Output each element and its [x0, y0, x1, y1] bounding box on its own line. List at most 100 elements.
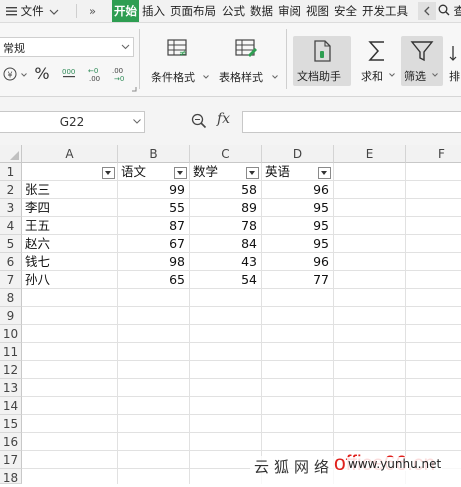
row-header[interactable]: 3 — [0, 199, 22, 217]
dialog-launcher-icon[interactable] — [131, 86, 137, 92]
more-menus-button[interactable]: » — [89, 0, 96, 22]
currency-format-button[interactable]: ¥ — [2, 65, 20, 83]
percent-format-button[interactable]: % — [33, 65, 51, 83]
conditional-format-button[interactable]: ≠ 条件格式 — [146, 27, 210, 89]
table-style-button[interactable]: 表格样式 — [214, 27, 280, 89]
cell-name[interactable]: 赵六 — [22, 235, 118, 253]
svg-text:.00: .00 — [89, 75, 100, 83]
tab-page-layout[interactable]: 页面布局 — [170, 0, 216, 22]
tab-review[interactable]: 审阅 — [278, 0, 301, 22]
row-header[interactable]: 13 — [0, 379, 22, 397]
chevron-down-icon — [49, 1, 59, 23]
formula-input[interactable] — [242, 111, 461, 133]
cell-math[interactable]: 78 — [190, 217, 262, 235]
insert-function-button[interactable]: fx — [217, 111, 230, 127]
cell-english[interactable]: 95 — [262, 235, 334, 253]
column-header-b[interactable]: B — [118, 145, 190, 163]
cell-math[interactable]: 58 — [190, 181, 262, 199]
tabs-scroll-button[interactable] — [418, 2, 436, 20]
svg-text:¥: ¥ — [7, 71, 12, 80]
doc-helper-button[interactable]: 文档助手 — [293, 36, 351, 86]
row-header[interactable]: 15 — [0, 415, 22, 433]
filter-dropdown-c[interactable] — [246, 167, 259, 179]
table-style-icon — [235, 39, 257, 57]
row-header[interactable]: 2 — [0, 181, 22, 199]
filter-dropdown-b[interactable] — [174, 167, 187, 179]
decrease-decimal-icon: .00→0 — [112, 67, 124, 83]
row-header[interactable]: 5 — [0, 235, 22, 253]
filter-dropdown-d[interactable] — [318, 167, 331, 179]
cell-chinese[interactable]: 65 — [118, 271, 190, 289]
decrease-decimal-button[interactable]: .00 →0 — [111, 65, 131, 83]
cell-name[interactable]: 王五 — [22, 217, 118, 235]
chevron-down-icon — [121, 44, 130, 50]
row-header[interactable]: 12 — [0, 361, 22, 379]
row-header[interactable]: 16 — [0, 433, 22, 451]
filter-button[interactable]: 筛选 — [401, 36, 443, 86]
cell-chinese[interactable]: 87 — [118, 217, 190, 235]
row-header[interactable]: 1 — [0, 163, 22, 181]
row-header[interactable]: 11 — [0, 343, 22, 361]
chevron-down-icon — [272, 75, 278, 79]
tab-insert[interactable]: 插入 — [142, 0, 165, 22]
column-header-f[interactable]: F — [406, 145, 461, 163]
column-header-c[interactable]: C — [190, 145, 262, 163]
cell-chinese[interactable]: 55 — [118, 199, 190, 217]
cell-name[interactable]: 李四 — [22, 199, 118, 217]
tab-data[interactable]: 数据 — [250, 0, 273, 22]
row-header[interactable]: 10 — [0, 325, 22, 343]
tab-formulas[interactable]: 公式 — [222, 0, 245, 22]
menu-bar: 文件 » 开始 插入 页面布局 公式 数据 审阅 视图 安全 开发工具 查 — [0, 0, 461, 23]
cell-english[interactable]: 96 — [262, 181, 334, 199]
divider — [286, 29, 287, 89]
name-box[interactable]: G22 — [0, 111, 145, 133]
increase-decimal-button[interactable]: ←0.00 — [86, 65, 106, 83]
cell-english[interactable]: 96 — [262, 253, 334, 271]
tab-developer[interactable]: 开发工具 — [362, 0, 408, 22]
column-header-a[interactable]: A — [22, 145, 118, 163]
file-menu[interactable]: 文件 — [6, 0, 59, 22]
column-header-d[interactable]: D — [262, 145, 334, 163]
search-command[interactable]: 查 — [438, 0, 461, 22]
search-icon — [438, 1, 450, 23]
row-header[interactable]: 8 — [0, 289, 22, 307]
cell-english[interactable]: 77 — [262, 271, 334, 289]
magnifier-icon — [191, 113, 207, 129]
cell-chinese[interactable]: 99 — [118, 181, 190, 199]
row-header[interactable]: 6 — [0, 253, 22, 271]
cell-name[interactable]: 钱七 — [22, 253, 118, 271]
watermark-url: www.yunhu.net — [347, 457, 443, 471]
select-all-corner[interactable] — [0, 145, 22, 163]
autosum-button[interactable]: 求和 — [356, 36, 398, 86]
file-menu-label: 文件 — [20, 4, 44, 18]
cell-name[interactable]: 孙八 — [22, 271, 118, 289]
thousands-separator-button[interactable]: 000 — [60, 65, 78, 83]
number-format-dropdown[interactable]: 常规 — [0, 37, 134, 57]
formula-bar: G22 fx — [0, 97, 461, 146]
cell-name[interactable]: 张三 — [22, 181, 118, 199]
cell-chinese[interactable]: 98 — [118, 253, 190, 271]
cell-math[interactable]: 54 — [190, 271, 262, 289]
row-header[interactable]: 4 — [0, 217, 22, 235]
cell-math[interactable]: 84 — [190, 235, 262, 253]
cell-math[interactable]: 43 — [190, 253, 262, 271]
zoom-function-button[interactable] — [191, 113, 207, 129]
cell-english[interactable]: 95 — [262, 199, 334, 217]
chevron-down-icon — [133, 119, 141, 124]
column-header-e[interactable]: E — [334, 145, 406, 163]
cell-math[interactable]: 89 — [190, 199, 262, 217]
filter-dropdown-a[interactable] — [102, 167, 115, 179]
document-icon — [314, 40, 331, 62]
row-header[interactable]: 7 — [0, 271, 22, 289]
chevron-down-icon — [203, 75, 209, 79]
cell-chinese[interactable]: 67 — [118, 235, 190, 253]
row-header[interactable]: 9 — [0, 307, 22, 325]
row-header[interactable]: 17 — [0, 451, 22, 469]
cell-english[interactable]: 95 — [262, 217, 334, 235]
sort-button[interactable]: 排 — [446, 36, 461, 86]
tab-view[interactable]: 视图 — [306, 0, 329, 22]
tab-home[interactable]: 开始 — [112, 0, 139, 22]
row-header[interactable]: 14 — [0, 397, 22, 415]
row-header[interactable]: 18 — [0, 469, 22, 485]
tab-security[interactable]: 安全 — [334, 0, 357, 22]
